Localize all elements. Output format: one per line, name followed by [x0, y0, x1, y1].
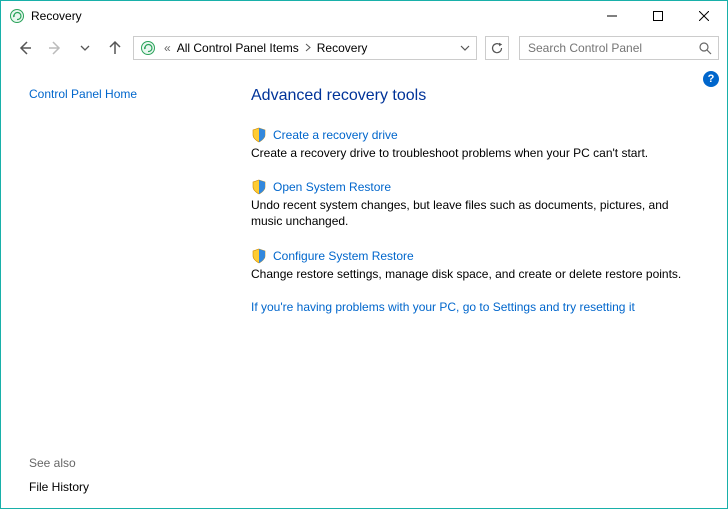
body: ? Control Panel Home See also File Histo… [1, 65, 727, 508]
configure-system-restore-link[interactable]: Configure System Restore [273, 249, 414, 263]
breadcrumb: « All Control Panel Items Recovery [160, 41, 367, 55]
recovery-icon [9, 8, 25, 24]
shield-icon [251, 127, 267, 143]
search-icon[interactable] [698, 41, 712, 55]
recovery-icon [140, 40, 156, 56]
open-system-restore-link[interactable]: Open System Restore [273, 180, 391, 194]
chevron-right-icon [301, 41, 315, 55]
title-bar: Recovery [1, 1, 727, 31]
forward-button[interactable] [43, 36, 67, 60]
window-controls [589, 1, 727, 31]
search-box[interactable] [519, 36, 719, 60]
page-heading: Advanced recovery tools [251, 87, 697, 105]
window-title: Recovery [31, 9, 82, 23]
open-system-restore-desc: Undo recent system changes, but leave fi… [251, 197, 697, 229]
configure-system-restore-desc: Change restore settings, manage disk spa… [251, 266, 697, 282]
window-frame: Recovery [0, 0, 728, 509]
chevron-left-double-icon: « [160, 41, 175, 55]
shield-icon [251, 248, 267, 264]
recent-locations-button[interactable] [73, 36, 97, 60]
help-icon[interactable]: ? [703, 71, 719, 87]
shield-icon [251, 179, 267, 195]
back-button[interactable] [13, 36, 37, 60]
breadcrumb-root[interactable]: All Control Panel Items [177, 41, 299, 55]
breadcrumb-current[interactable]: Recovery [317, 41, 368, 55]
control-panel-home-link[interactable]: Control Panel Home [29, 87, 205, 101]
refresh-button[interactable] [485, 36, 509, 60]
file-history-link[interactable]: File History [29, 480, 205, 494]
close-button[interactable] [681, 1, 727, 31]
nav-bar: « All Control Panel Items Recovery [1, 31, 727, 65]
up-button[interactable] [103, 36, 127, 60]
create-recovery-drive-link[interactable]: Create a recovery drive [273, 128, 398, 142]
content-area: Advanced recovery tools Create a recover… [221, 65, 727, 508]
recovery-item: Create a recovery drive Create a recover… [251, 127, 697, 161]
recovery-item: Configure System Restore Change restore … [251, 248, 697, 282]
recovery-item: Open System Restore Undo recent system c… [251, 179, 697, 229]
see-also-label: See also [29, 456, 205, 470]
maximize-button[interactable] [635, 1, 681, 31]
address-dropdown-button[interactable] [456, 37, 474, 59]
reset-pc-link[interactable]: If you're having problems with your PC, … [251, 300, 697, 314]
sidebar: Control Panel Home See also File History [1, 65, 221, 508]
minimize-button[interactable] [589, 1, 635, 31]
address-bar[interactable]: « All Control Panel Items Recovery [133, 36, 477, 60]
create-recovery-drive-desc: Create a recovery drive to troubleshoot … [251, 145, 697, 161]
search-input[interactable] [526, 40, 698, 56]
